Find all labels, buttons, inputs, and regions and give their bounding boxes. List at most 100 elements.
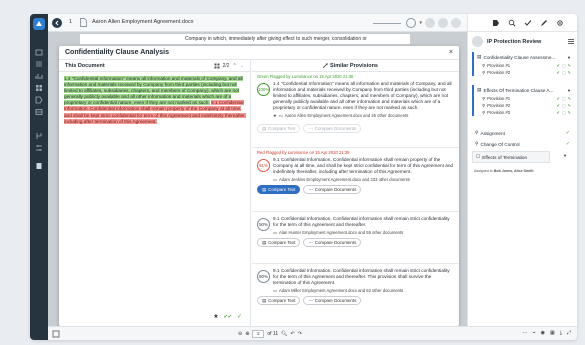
similar-provisions-header: Similar Provisions [252, 60, 459, 72]
file-icon: ▭ [273, 177, 277, 182]
menu-icon[interactable] [568, 39, 574, 44]
compare-text-button[interactable]: ▤ Compare Text [257, 124, 301, 133]
star-icon: ★ [273, 113, 277, 118]
table-icon[interactable] [35, 108, 43, 116]
source-text[interactable]: Adam Jenkins Employment Agreement.docx a… [279, 177, 410, 182]
status-icons: ✔ ▢ ✎ [556, 110, 572, 115]
back-button[interactable] [52, 18, 62, 28]
chevron-up-icon[interactable]: ⌃ [233, 63, 237, 69]
magic-wand-icon: ⚲ [482, 70, 486, 75]
provision-text[interactable]: 1.4 "Confidential Information" means all… [273, 81, 454, 111]
branch-icon[interactable] [35, 132, 43, 140]
table-icon[interactable]: ▦ [550, 330, 555, 336]
provision-text[interactable]: 9.1 Confidential Information. Confidenti… [273, 268, 454, 286]
pencil-icon[interactable] [540, 19, 548, 27]
user-icon[interactable]: ◉ [541, 330, 545, 336]
this-document-title: This Document [65, 63, 105, 69]
chevron-down-icon[interactable]: ⌄ [240, 63, 244, 69]
compare-documents-button[interactable]: ⋯ Compare Documents [303, 185, 362, 194]
download-icon[interactable]: ⤓ [560, 330, 562, 336]
comment-icon: ▤ [477, 54, 482, 59]
provision-body: 100% 1.4 "Confidential Information" mean… [257, 81, 454, 118]
compare-documents-button[interactable]: ⋯ Compare Documents [303, 124, 362, 133]
chevron-down-icon[interactable]: ▼ [563, 153, 567, 158]
undo-icon[interactable]: ↶ [291, 331, 295, 337]
settings-icon[interactable] [35, 144, 43, 152]
file-icon: ▭ [278, 113, 283, 118]
compare-text-button[interactable]: ▤ Compare Text [257, 238, 301, 247]
magic-wand-icon: ⚲ [475, 141, 479, 146]
tag-icon[interactable] [492, 19, 500, 27]
folder-icon[interactable] [35, 48, 43, 56]
source-text[interactable]: Adam Miller Employment Agreement.docx an… [279, 288, 403, 293]
source-text[interactable]: Aaron Allen Employment Agreement.docx an… [285, 113, 409, 118]
section-title[interactable]: ▤ Confidentiality Clause Assessme... ▼ [474, 52, 574, 62]
search-icon[interactable] [508, 19, 516, 27]
chart-icon[interactable] [35, 72, 43, 80]
search-zoom-icons[interactable]: 🔍︎ [281, 331, 287, 337]
similar-provisions-pane: Similar Provisions Green Flagged by Lumi… [252, 60, 459, 326]
grid-icon[interactable] [35, 84, 43, 92]
chevron-down-icon[interactable]: ▼ [567, 55, 571, 60]
compare-documents-button[interactable]: ⋯ Compare Documents [303, 296, 362, 305]
similarity-percent: 51% [257, 159, 270, 172]
section-title[interactable]: ▤ Effects Of Termination Clause A... ▼ [474, 85, 574, 95]
toggle-dot-3[interactable] [451, 18, 461, 28]
page-input[interactable]: 2 [252, 330, 265, 338]
check-icon[interactable]: ✓ [237, 313, 242, 320]
status-circle[interactable] [406, 18, 417, 28]
compare-text-button[interactable]: ▤ Compare Text [257, 296, 301, 305]
tag-icon[interactable]: ⌁ [533, 330, 536, 336]
compare-documents-button[interactable]: ⋯ Compare Documents [303, 238, 362, 247]
left-nav [30, 14, 48, 340]
toggle-dot-2[interactable] [438, 18, 448, 28]
modal-title: Confidentiality Clause Analysis [65, 49, 169, 56]
provision-item[interactable]: ⚲ Provision #2 ✔ ▢ ✎ [474, 102, 574, 109]
source-text[interactable]: Alan Hunter Employment Agreement.docx an… [279, 230, 403, 235]
gear-icon[interactable] [556, 19, 564, 27]
provision-item[interactable]: ⚲ Provision #3 ✔ ▢ ✎ [474, 109, 574, 116]
zoom-in-icon[interactable]: ⊕ [245, 331, 249, 337]
provision-item[interactable]: ⚲ Provision #1 ✔ ▢ ✎ [474, 62, 574, 69]
bottom-toolbar: ⊖ ⊕ 2 of 11 🔍︎ ↶ ↷ ⋯ ⌁ ◉ ▦ ⤓ ⤢ [48, 326, 577, 340]
modal-header: Confidentiality Clause Analysis × [59, 46, 459, 60]
ellipsis-icon[interactable]: ⋯ [523, 330, 528, 336]
similarity-percent: 50% [257, 218, 270, 231]
zoom-out-icon[interactable]: ⊖ [238, 331, 242, 337]
pass-badge-icon[interactable]: ✔✔ [224, 314, 232, 320]
chevron-down-icon[interactable]: ▼ [567, 88, 571, 93]
check-icon: ✓ [565, 141, 570, 147]
app-logo[interactable] [33, 18, 45, 30]
page-thumbnail-icon[interactable] [52, 330, 60, 338]
effects-of-termination-row[interactable]: ☐ Effects of Termination [472, 151, 550, 163]
star-icon[interactable]: ★ [213, 313, 218, 320]
check-icon[interactable] [524, 19, 532, 27]
assignment-row[interactable]: ⚲ Assignment ✓ [472, 128, 574, 138]
page-total: of 11 [267, 331, 279, 337]
ellipsis-icon: ⋯ [308, 298, 313, 303]
list-icon[interactable] [35, 60, 43, 68]
change-of-control-row[interactable]: ⚲ Change Of Control ✓ [472, 139, 574, 149]
similarity-percent: 100% [257, 83, 270, 96]
toolbar-controls: ▾ [373, 17, 461, 29]
tag-icon[interactable] [35, 96, 43, 104]
app-window: 1 Aaron Allen Employment Agreement.docx … [30, 14, 577, 340]
expand-icon[interactable]: ⤢ [567, 330, 571, 336]
close-icon[interactable]: × [449, 49, 453, 56]
check-icon: ✓ [565, 130, 570, 136]
compare-text-button[interactable]: ▤ Compare Text [257, 185, 301, 194]
provision-text[interactable]: 9.1 Confidential Information. Confidenti… [273, 157, 454, 175]
this-document-header: This Document 2/2 ⌃ ⌄ [59, 60, 250, 72]
provision-source: ▭ Alan Hunter Employment Agreement.docx … [273, 230, 454, 235]
provision-item[interactable]: ⚲ Provision #1 ✔ ▢ ✎ [474, 95, 574, 102]
document-icon[interactable] [35, 162, 43, 170]
provision-text[interactable]: 9.1 Confidential Information. Confidenti… [273, 216, 454, 228]
provision-body: 51% 9.1 Confidential Information. Confid… [257, 157, 454, 182]
chevron-left-icon [55, 20, 59, 26]
provision-body: 50% 9.1 Confidential Information. Confid… [257, 216, 454, 235]
provision-item[interactable]: ⚲ Provision #2 ✔ ▢ ✎ [474, 69, 574, 76]
chevron-down-icon[interactable]: ▾ [419, 20, 422, 26]
redo-icon[interactable]: ↷ [298, 331, 302, 337]
checkbox-icon: ☐ [476, 154, 481, 159]
toggle-dot-1[interactable] [425, 18, 435, 28]
